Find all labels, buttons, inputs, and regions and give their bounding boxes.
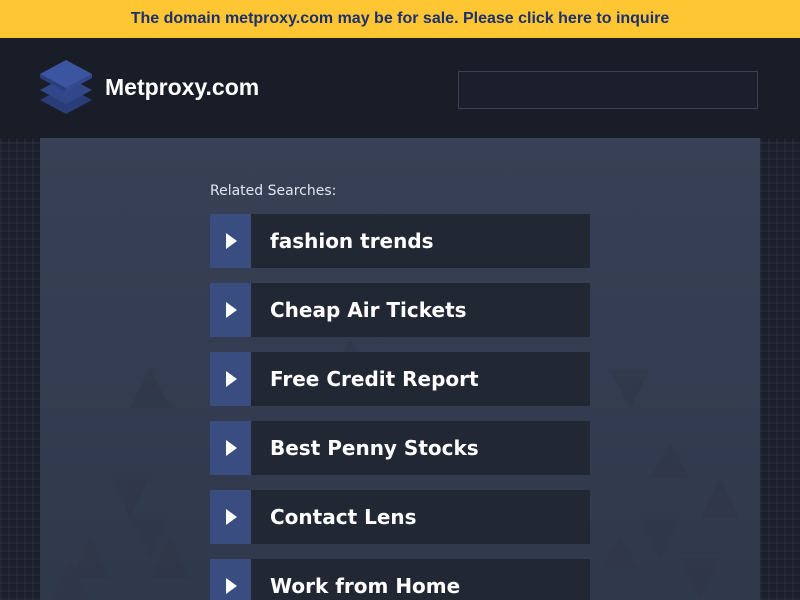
stacked-layers-icon <box>40 60 92 114</box>
right-pattern-border <box>760 138 800 600</box>
main-panel: Related Searches: fashion trends Cheap A… <box>40 138 760 600</box>
related-link-label[interactable]: Cheap Air Tickets <box>251 298 467 322</box>
play-arrow-icon <box>225 440 237 456</box>
link-arrow-box <box>210 421 251 475</box>
link-arrow-box <box>210 559 251 600</box>
link-arrow-box <box>210 352 251 406</box>
related-link[interactable]: Free Credit Report <box>210 352 590 406</box>
domain-sale-text[interactable]: The domain metproxy.com may be for sale.… <box>131 10 670 28</box>
site-title: Metproxy.com <box>105 74 260 100</box>
left-pattern-border <box>0 138 40 600</box>
related-link-label[interactable]: Free Credit Report <box>251 367 479 391</box>
related-link-label[interactable]: Work from Home <box>251 574 460 598</box>
related-link-label[interactable]: Contact Lens <box>251 505 417 529</box>
link-arrow-box <box>210 490 251 544</box>
related-link-label[interactable]: Best Penny Stocks <box>251 436 479 460</box>
play-arrow-icon <box>225 509 237 525</box>
play-arrow-icon <box>225 578 237 594</box>
play-arrow-icon <box>225 371 237 387</box>
related-searches-label: Related Searches: <box>210 183 337 199</box>
link-arrow-box <box>210 214 251 268</box>
play-arrow-icon <box>225 233 237 249</box>
related-links-list: fashion trends Cheap Air Tickets Free Cr… <box>210 214 590 600</box>
related-link[interactable]: Contact Lens <box>210 490 590 544</box>
related-link[interactable]: Work from Home <box>210 559 590 600</box>
related-link[interactable]: Cheap Air Tickets <box>210 283 590 337</box>
related-link-label[interactable]: fashion trends <box>251 229 434 253</box>
site-header: Metproxy.com <box>0 38 800 138</box>
link-arrow-box <box>210 283 251 337</box>
domain-sale-banner[interactable]: The domain metproxy.com may be for sale.… <box>0 0 800 38</box>
related-link[interactable]: fashion trends <box>210 214 590 268</box>
search-input[interactable] <box>458 71 758 109</box>
related-link[interactable]: Best Penny Stocks <box>210 421 590 475</box>
play-arrow-icon <box>225 302 237 318</box>
